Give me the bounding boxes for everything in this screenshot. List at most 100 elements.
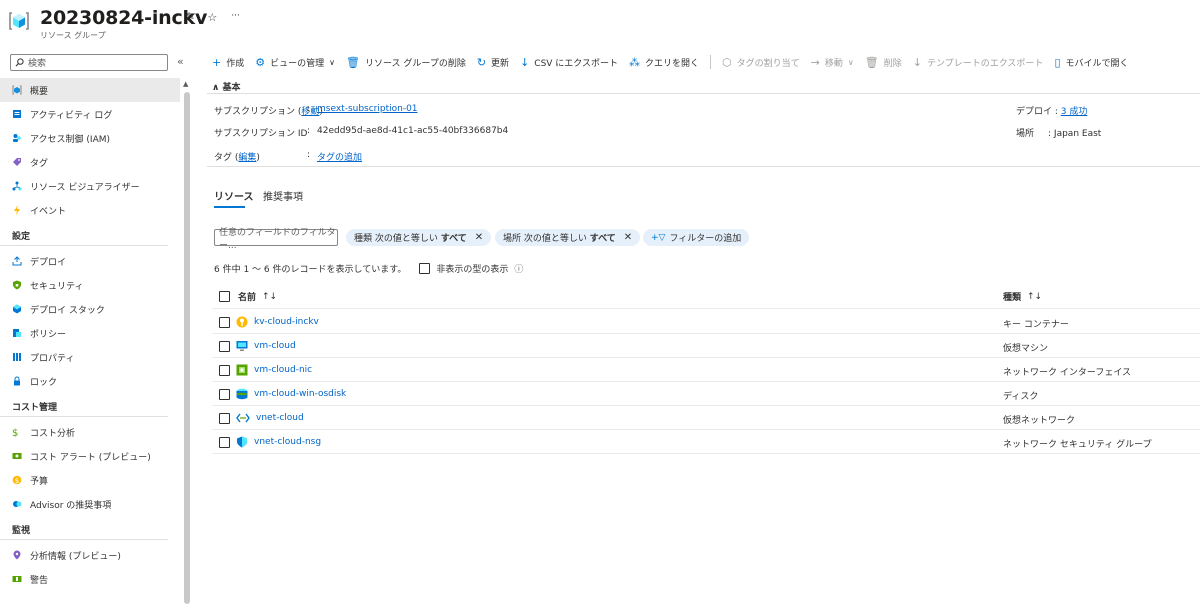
show-hidden-types-checkbox[interactable] (419, 263, 431, 274)
create-button[interactable]: + 作成 (212, 56, 244, 69)
table-row[interactable]: vm-cloud-win-osdisk (219, 388, 346, 400)
deploy-status-link[interactable]: 3 成功 (1061, 107, 1088, 117)
nsg-icon (237, 436, 247, 448)
sidebar-item-security[interactable]: セキュリティ (0, 273, 180, 297)
subscription-colon: : (307, 104, 311, 114)
table-row[interactable]: vm-cloud (219, 340, 296, 352)
delete-button[interactable]: 🗑 削除 (865, 56, 902, 69)
more-options-icon[interactable]: ··· (231, 11, 240, 24)
delete-resource-group-button[interactable]: 🗑 リソース グループの削除 (346, 56, 466, 69)
sidebar-item-label: イベント (30, 206, 67, 217)
row-checkbox[interactable] (219, 412, 230, 424)
filter-placeholder: 任意のフィールドのフィルター... (219, 227, 336, 251)
sidebar-item-alerts[interactable]: 警告 (0, 567, 180, 591)
close-icon[interactable]: ✕ (475, 232, 483, 243)
close-icon[interactable]: ✕ (624, 232, 632, 243)
move-label: 移動 (824, 58, 843, 69)
sidebar-item-resource-visualizer[interactable]: リソース ビジュアライザー (0, 174, 180, 198)
chevron-down-icon: ∨ (329, 57, 335, 67)
export-template-button[interactable]: ↓ テンプレートのエクスポート (913, 56, 1044, 69)
export-csv-button[interactable]: ↓ CSV にエクスポート (520, 56, 618, 69)
sidebar-scrollbar[interactable] (184, 92, 190, 604)
sidebar-item-overview[interactable]: 概要 (0, 78, 180, 102)
row-divider (212, 429, 1200, 430)
type-column-header[interactable]: 種類 ↑↓ (1003, 290, 1042, 304)
sidebar-item-policies[interactable]: ポリシー (0, 321, 180, 345)
row-checkbox[interactable] (219, 436, 230, 448)
plus-icon: + (212, 55, 222, 69)
subscription-link[interactable]: msext-subscription-01 (317, 104, 418, 114)
sidebar-item-deployment-stacks[interactable]: デプロイ スタック (0, 297, 180, 321)
sidebar-item-iam[interactable]: アクセス制御 (IAM) (0, 126, 180, 150)
move-button[interactable]: → 移動 ∨ (811, 56, 854, 69)
sidebar-item-cost-analysis[interactable]: $ コスト分析 (0, 420, 180, 444)
sidebar-item-properties[interactable]: プロパティ (0, 345, 180, 369)
row-checkbox[interactable] (219, 316, 230, 328)
scroll-up-arrow-icon[interactable]: ▲ (183, 80, 188, 88)
essentials-toggle[interactable]: ∧ 基本 (212, 80, 240, 93)
row-checkbox[interactable] (219, 340, 230, 352)
budget-icon: $ (12, 475, 22, 485)
favorite-star-icon[interactable]: ☆ (207, 11, 217, 24)
resource-link[interactable]: vnet-cloud (256, 413, 304, 423)
query-icon: ⁂ (629, 55, 641, 69)
sidebar-item-events[interactable]: イベント (0, 198, 180, 222)
row-divider (212, 381, 1200, 382)
search-icon (15, 58, 24, 67)
edit-tags-link[interactable]: 編集 (238, 153, 256, 163)
sidebar-item-tags[interactable]: タグ (0, 150, 180, 174)
sidebar-item-cost-alerts[interactable]: コスト アラート (プレビュー) (0, 444, 180, 468)
add-filter-button[interactable]: +▽ フィルターの追加 (643, 229, 750, 246)
table-row[interactable]: vm-cloud-nic (219, 364, 312, 376)
command-bar: + 作成 ⚙ ビューの管理 ∨ 🗑 リソース グループの削除 ↻ 更新 ↓ CSV にエクス… (212, 54, 1140, 70)
tab-resources[interactable]: リソース (214, 188, 254, 203)
open-mobile-button[interactable]: ▯ モバイルで開く (1054, 56, 1128, 69)
select-all-checkbox[interactable] (219, 291, 230, 302)
sidebar-item-activity-log[interactable]: アクティビティ ログ (0, 102, 180, 126)
sidebar-search-input[interactable]: 検索 (10, 54, 168, 71)
section-monitoring: 監視 (0, 519, 168, 540)
location-filter-pill[interactable]: 場所 次の値と等しい すべて ✕ (495, 229, 641, 246)
delete-label: 削除 (883, 58, 902, 69)
tab-recommendations[interactable]: 推奨事項 (263, 188, 303, 203)
type-filter-op: 次の値と等しい (374, 234, 438, 244)
name-column-header[interactable]: 名前 ↑↓ (219, 290, 277, 303)
activity-log-icon (12, 109, 22, 119)
resource-link[interactable]: vm-cloud-nic (254, 365, 312, 375)
section-settings: 設定 (0, 225, 168, 246)
toolbar-divider (710, 55, 712, 69)
manage-view-button[interactable]: ⚙ ビューの管理 ∨ (255, 56, 335, 69)
sidebar-item-budgets[interactable]: $ 予算 (0, 468, 180, 492)
sidebar-item-label: ポリシー (30, 329, 67, 340)
add-tags-link[interactable]: タグの追加 (317, 150, 362, 163)
iam-icon (12, 133, 22, 143)
resource-link[interactable]: kv-cloud-inckv (254, 317, 319, 327)
row-checkbox[interactable] (219, 364, 230, 376)
resource-link[interactable]: vnet-cloud-nsg (254, 437, 321, 447)
assign-tags-button[interactable]: ⬡ タグの割り当て (722, 56, 800, 69)
divider (207, 166, 1200, 167)
tags-colon: : (307, 150, 311, 160)
resource-link[interactable]: vm-cloud (254, 341, 296, 351)
sidebar-item-deployments[interactable]: デプロイ (0, 249, 180, 273)
visualizer-icon (12, 181, 22, 191)
sidebar-item-advisor[interactable]: Advisor の推奨事項 (0, 492, 180, 516)
refresh-button[interactable]: ↻ 更新 (477, 56, 509, 69)
header-divider (212, 308, 1200, 309)
table-row[interactable]: vnet-cloud (219, 412, 304, 424)
sidebar-item-insights[interactable]: 分析情報 (プレビュー) (0, 543, 180, 567)
delete-rg-label: リソース グループの削除 (364, 58, 466, 69)
table-row[interactable]: vnet-cloud-nsg (219, 436, 321, 448)
row-checkbox[interactable] (219, 388, 230, 400)
filter-input[interactable]: 任意のフィールドのフィルター... (214, 228, 338, 251)
open-query-button[interactable]: ⁂ クエリを開く (629, 56, 699, 69)
sidebar-item-locks[interactable]: ロック (0, 369, 180, 393)
type-filter-pill[interactable]: 種類 次の値と等しい すべて ✕ (346, 229, 492, 246)
resource-link[interactable]: vm-cloud-win-osdisk (254, 389, 346, 399)
sidebar-item-label: 予算 (30, 476, 49, 487)
sidebar-item-label: 警告 (30, 575, 49, 586)
table-row[interactable]: kv-cloud-inckv (219, 316, 319, 328)
info-icon[interactable]: ⓘ (514, 262, 523, 275)
collapse-sidebar-icon[interactable]: « (177, 55, 184, 68)
type-column-label: 種類 (1003, 293, 1022, 303)
